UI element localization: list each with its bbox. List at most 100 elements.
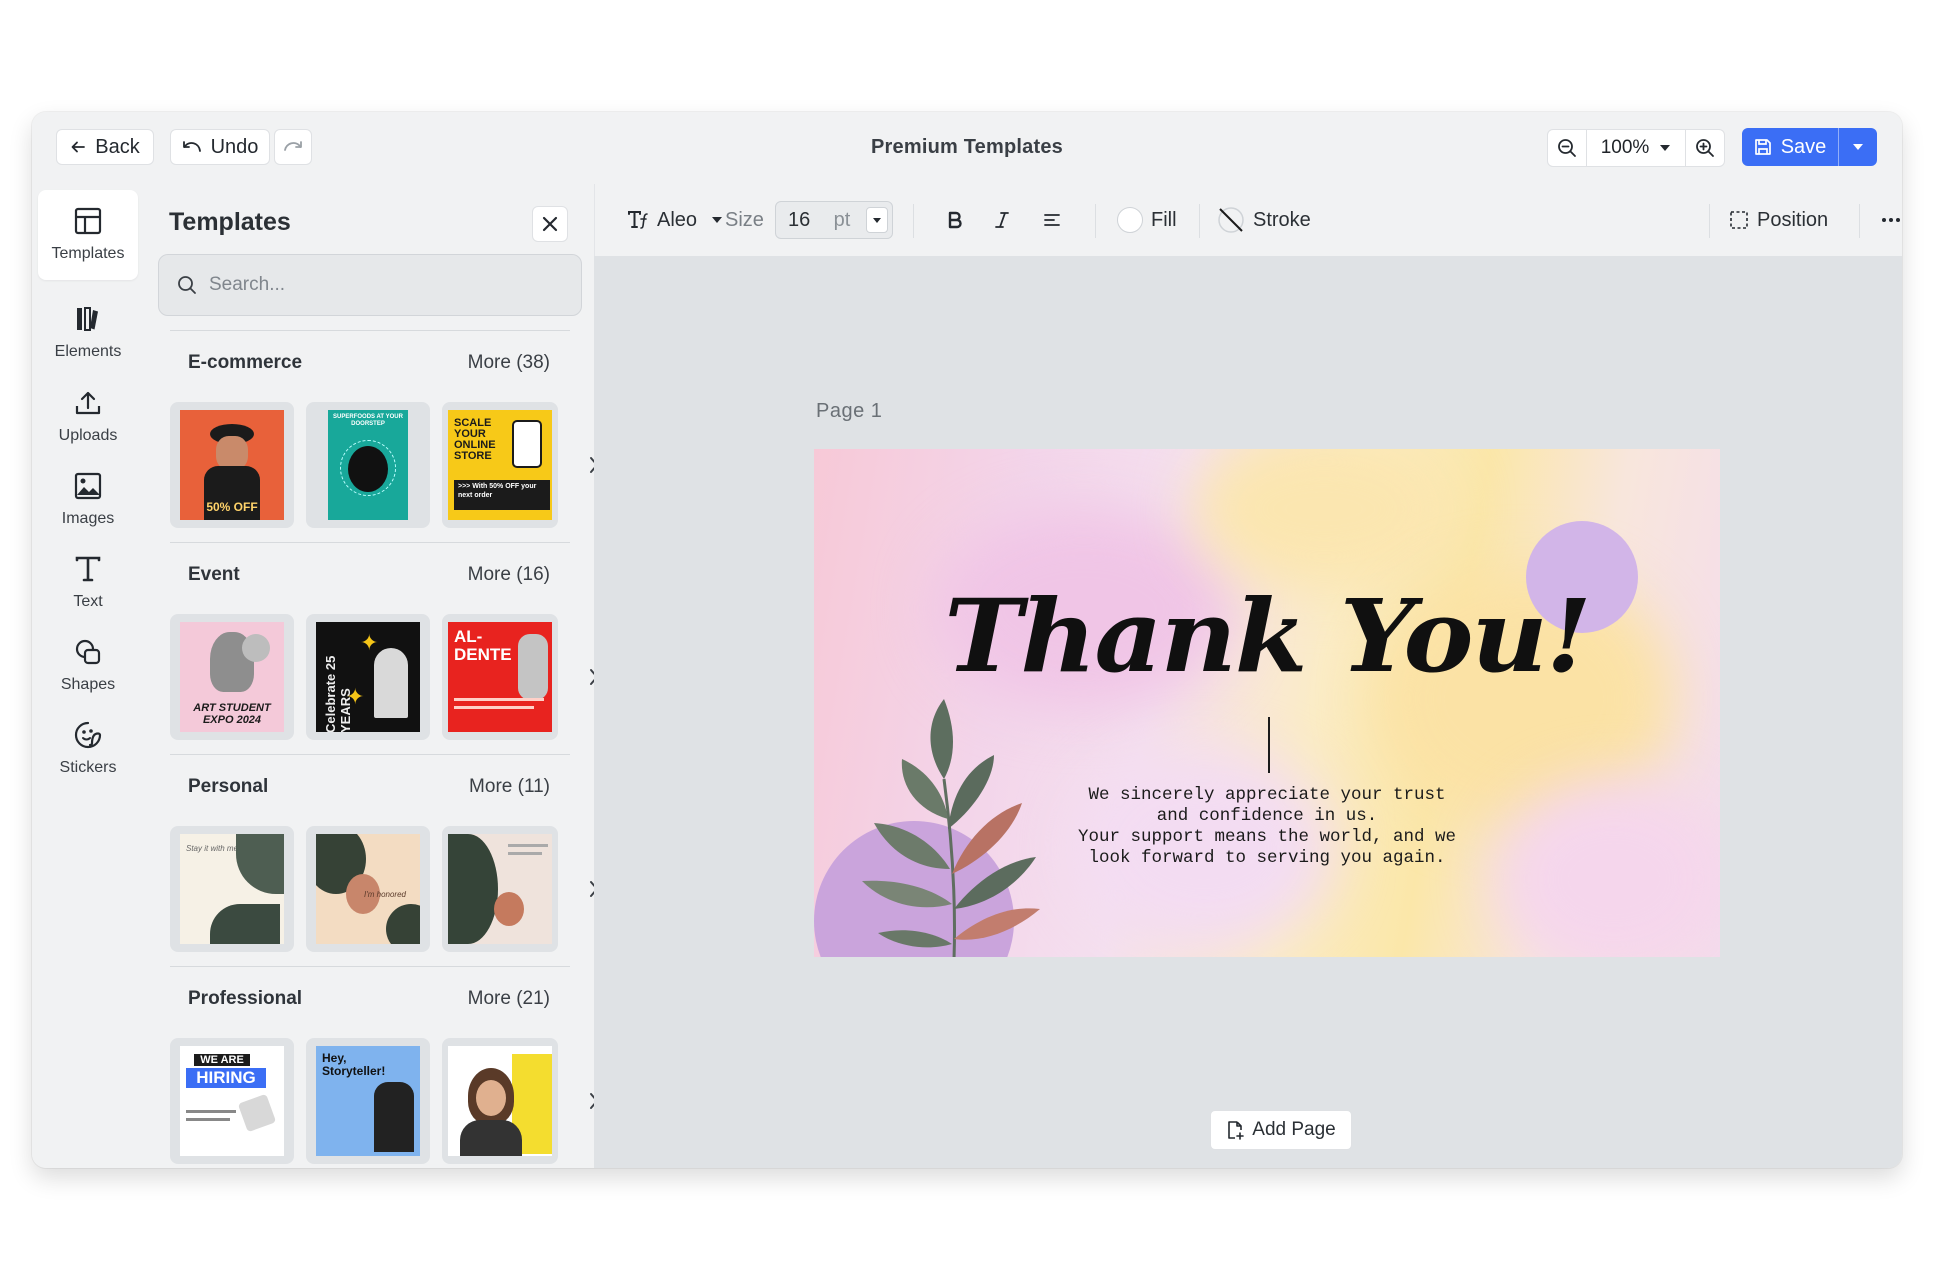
search-box (158, 254, 582, 316)
text-icon (75, 556, 101, 582)
zoom-out-icon (1558, 139, 1576, 157)
chevron-down-icon (712, 217, 723, 223)
zoom-in-button[interactable] (1686, 130, 1724, 166)
search-input[interactable] (209, 274, 549, 296)
sidebar-item-uploads[interactable]: Uploads (38, 372, 138, 462)
thumbnail-text: AL- DENTE (454, 627, 512, 664)
sidebar-item-label: Uploads (58, 427, 118, 444)
template-thumbnail[interactable]: 50% OFF (170, 402, 294, 528)
panel-title: Templates (169, 208, 291, 236)
page-label: Page 1 (816, 400, 883, 422)
font-icon (628, 211, 648, 229)
font-family-select[interactable]: Aleo (627, 184, 723, 256)
template-row-professional: WE ARE HIRING Hey, Storyteller! (170, 1038, 570, 1164)
save-button[interactable]: Save (1742, 128, 1838, 166)
zoom-level-select[interactable]: 100% (1587, 130, 1685, 166)
stroke-none-icon (1218, 207, 1244, 233)
category-title: Event (188, 564, 240, 585)
design-page[interactable]: Thank You! We sincerely appreciate your … (814, 449, 1720, 957)
template-thumbnail[interactable]: Stay it with me (170, 826, 294, 952)
template-thumbnail[interactable]: SUPERFOODS AT YOUR DOORSTEP (306, 402, 430, 528)
more-link-personal[interactable]: More (11) (469, 776, 550, 798)
save-label: Save (1780, 135, 1827, 158)
zoom-level-value: 100% (1600, 137, 1650, 158)
fill-button[interactable]: Fill (1117, 184, 1177, 256)
stroke-label: Stroke (1253, 208, 1311, 231)
thumbnail-text: SCALE YOUR ONLINE STORE (454, 417, 496, 462)
category-header-personal: Personal More (11) (188, 776, 550, 798)
template-thumbnail[interactable] (442, 826, 558, 952)
search-icon (178, 276, 196, 294)
category-header-professional: Professional More (21) (188, 988, 550, 1010)
template-thumbnail[interactable]: AL- DENTE (442, 614, 558, 740)
category-divider (170, 966, 570, 967)
category-divider (170, 542, 570, 543)
stroke-button[interactable]: Stroke (1217, 184, 1311, 256)
thumbnail-text: Celebrate 25 YEARS (323, 655, 353, 732)
layout-icon (74, 207, 102, 235)
shapes-icon (75, 639, 101, 665)
sidebar-item-label: Templates (51, 245, 125, 262)
bold-button[interactable] (947, 184, 963, 256)
italic-button[interactable] (995, 184, 1009, 256)
zoom-control: 100% (1547, 129, 1725, 167)
sidebar-item-elements[interactable]: Elements (38, 288, 138, 378)
save-icon (1754, 139, 1771, 155)
category-divider (170, 754, 570, 755)
thumbnail-text: Hey, Storyteller! (322, 1051, 386, 1078)
add-page-icon (1228, 1121, 1245, 1140)
chevron-down-icon (1660, 145, 1671, 151)
canvas-area: Page 1 Thank You! We sincerely appreciat… (594, 256, 1902, 1168)
message-text[interactable]: We sincerely appreciate your trust and c… (1047, 785, 1487, 869)
close-panel-button[interactable] (532, 206, 568, 242)
heading-text[interactable]: Thank You! (814, 577, 1720, 695)
font-size-dropdown[interactable] (866, 207, 888, 233)
template-thumbnail[interactable]: SCALE YOUR ONLINE STORE >>> With 50% OFF… (442, 402, 558, 528)
category-title: E-commerce (188, 352, 303, 373)
more-options-button[interactable] (1881, 184, 1901, 256)
category-title: Professional (188, 988, 303, 1009)
align-button[interactable] (1043, 184, 1061, 256)
bold-icon (948, 211, 962, 229)
sidebar-item-label: Stickers (59, 759, 117, 776)
sidebar-item-text[interactable]: Text (38, 538, 138, 628)
sticker-icon (74, 721, 102, 749)
template-thumbnail[interactable] (442, 1038, 558, 1164)
sidebar-item-stickers[interactable]: Stickers (38, 704, 138, 794)
sidebar-item-images[interactable]: Images (38, 455, 138, 545)
fill-label: Fill (1151, 208, 1177, 231)
size-label: Size (725, 208, 764, 231)
category-divider (170, 330, 570, 331)
category-header-event: Event More (16) (188, 564, 550, 586)
thumbnail-subtext: >>> With 50% OFF your next order (458, 483, 537, 499)
more-horizontal-icon (1882, 218, 1900, 222)
message-line: Your support means the world, and we (1077, 827, 1457, 847)
leaves-illustration[interactable] (844, 699, 1074, 957)
close-icon (542, 216, 558, 232)
template-thumbnail[interactable]: ART STUDENT EXPO 2024 (170, 614, 294, 740)
template-thumbnail[interactable]: Hey, Storyteller! (306, 1038, 430, 1164)
add-page-button[interactable]: Add Page (1210, 1110, 1352, 1150)
save-options-button[interactable] (1839, 128, 1877, 166)
template-thumbnail[interactable]: Celebrate 25 YEARS ✦ ✦ (306, 614, 430, 740)
more-link-ecommerce[interactable]: More (38) (468, 352, 550, 374)
app-window: Back Undo Premium Templates 100% Save Te… (32, 112, 1902, 1168)
position-button[interactable]: Position (1729, 184, 1828, 256)
sidebar-item-templates[interactable]: Templates (38, 190, 138, 280)
italic-icon (995, 212, 1009, 228)
template-thumbnail[interactable]: WE ARE HIRING (170, 1038, 294, 1164)
category-header-ecommerce: E-commerce More (38) (188, 352, 550, 374)
more-link-professional[interactable]: More (21) (468, 988, 550, 1010)
font-size-input[interactable]: 16 pt (775, 201, 893, 239)
position-label: Position (1757, 208, 1829, 231)
template-thumbnail[interactable]: I'm honored (306, 826, 430, 952)
zoom-out-button[interactable] (1548, 130, 1586, 166)
more-link-event[interactable]: More (16) (468, 564, 550, 586)
message-line: We sincerely appreciate your trust (1088, 785, 1446, 805)
font-size-unit: pt (833, 208, 851, 231)
message-line: look forward to serving you again. (1088, 848, 1446, 868)
text-toolbar: Aleo Size 16 pt Fill Stroke Position (594, 184, 1902, 256)
thumbnail-text: SUPERFOODS AT YOUR DOORSTEP (333, 414, 403, 427)
sidebar-item-shapes[interactable]: Shapes (38, 621, 138, 711)
thumbnail-subtext: HIRING (186, 1068, 266, 1088)
